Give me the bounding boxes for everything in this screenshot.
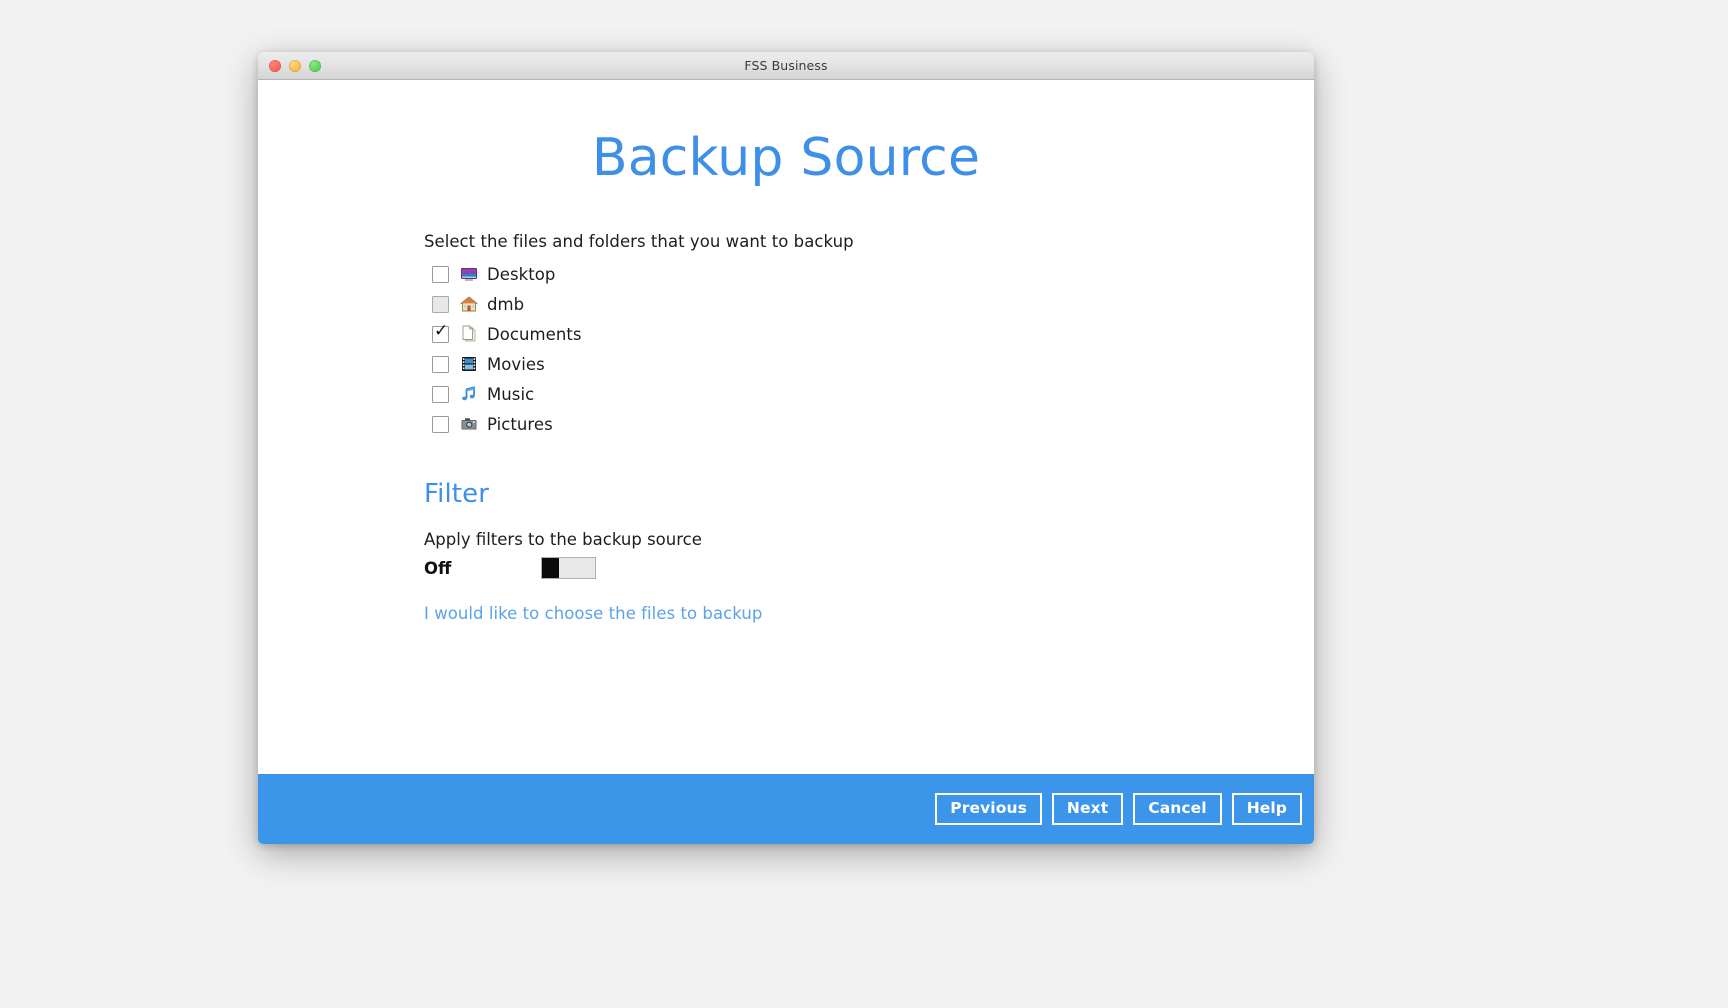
screen-background: FSS Business Backup Source Select the fi… — [0, 0, 1728, 1008]
filter-heading: Filter — [424, 479, 489, 509]
source-row-dmb[interactable]: dmb — [424, 289, 1314, 319]
source-label-documents: Documents — [487, 324, 582, 344]
cancel-button[interactable]: Cancel — [1133, 793, 1222, 825]
filter-toggle-knob[interactable] — [542, 558, 559, 578]
close-button[interactable] — [269, 59, 281, 72]
source-row-desktop[interactable]: Desktop — [424, 259, 1314, 289]
window-content: Backup Source Select the files and folde… — [258, 80, 1314, 774]
source-row-pictures[interactable]: Pictures — [424, 409, 1314, 439]
checkbox-pictures[interactable] — [432, 415, 449, 433]
checkbox-movies[interactable] — [432, 355, 449, 373]
music-note-icon — [460, 385, 478, 403]
help-button[interactable]: Help — [1231, 793, 1302, 825]
content-area: Select the files and folders that you wa… — [258, 188, 1314, 623]
source-label-desktop: Desktop — [487, 264, 556, 284]
desktop-icon — [460, 265, 478, 283]
filter-toggle-switch[interactable] — [541, 557, 596, 579]
previous-button[interactable]: Previous — [935, 793, 1042, 825]
source-row-documents[interactable]: ✓ Documents — [424, 319, 1314, 349]
window-titlebar[interactable]: FSS Business — [258, 52, 1314, 80]
home-icon — [460, 295, 478, 313]
choose-files-link[interactable]: I would like to choose the files to back… — [424, 604, 762, 623]
camera-icon — [460, 415, 478, 433]
checkbox-dmb[interactable] — [432, 295, 449, 313]
source-label-music: Music — [487, 384, 535, 404]
source-row-movies[interactable]: Movies — [424, 349, 1314, 379]
checkbox-desktop[interactable] — [432, 265, 449, 283]
checkbox-music[interactable] — [432, 385, 449, 403]
source-list: Desktop dmb ✓ Documents Movies Music Pic… — [424, 259, 1314, 439]
minimize-button[interactable] — [289, 59, 301, 72]
source-instruction: Select the files and folders that you wa… — [424, 232, 854, 251]
next-button[interactable]: Next — [1051, 793, 1124, 825]
window-title: FSS Business — [744, 58, 828, 73]
filter-toggle-state-label: Off — [424, 558, 452, 578]
footer-bar: Previous Next Cancel Help — [258, 774, 1314, 844]
source-label-pictures: Pictures — [487, 414, 553, 434]
window-controls — [269, 52, 321, 79]
document-icon — [460, 325, 478, 343]
application-window: FSS Business Backup Source Select the fi… — [258, 52, 1314, 844]
source-label-dmb: dmb — [487, 294, 525, 314]
filter-description: Apply filters to the backup source — [424, 530, 702, 549]
source-row-music[interactable]: Music — [424, 379, 1314, 409]
filter-toggle-row: Off — [424, 556, 1314, 580]
page-title: Backup Source — [591, 128, 981, 188]
source-label-movies: Movies — [487, 354, 545, 374]
maximize-button[interactable] — [309, 59, 321, 72]
film-icon — [460, 355, 478, 373]
checkbox-documents[interactable]: ✓ — [432, 320, 449, 343]
check-mark-icon: ✓ — [434, 320, 449, 341]
